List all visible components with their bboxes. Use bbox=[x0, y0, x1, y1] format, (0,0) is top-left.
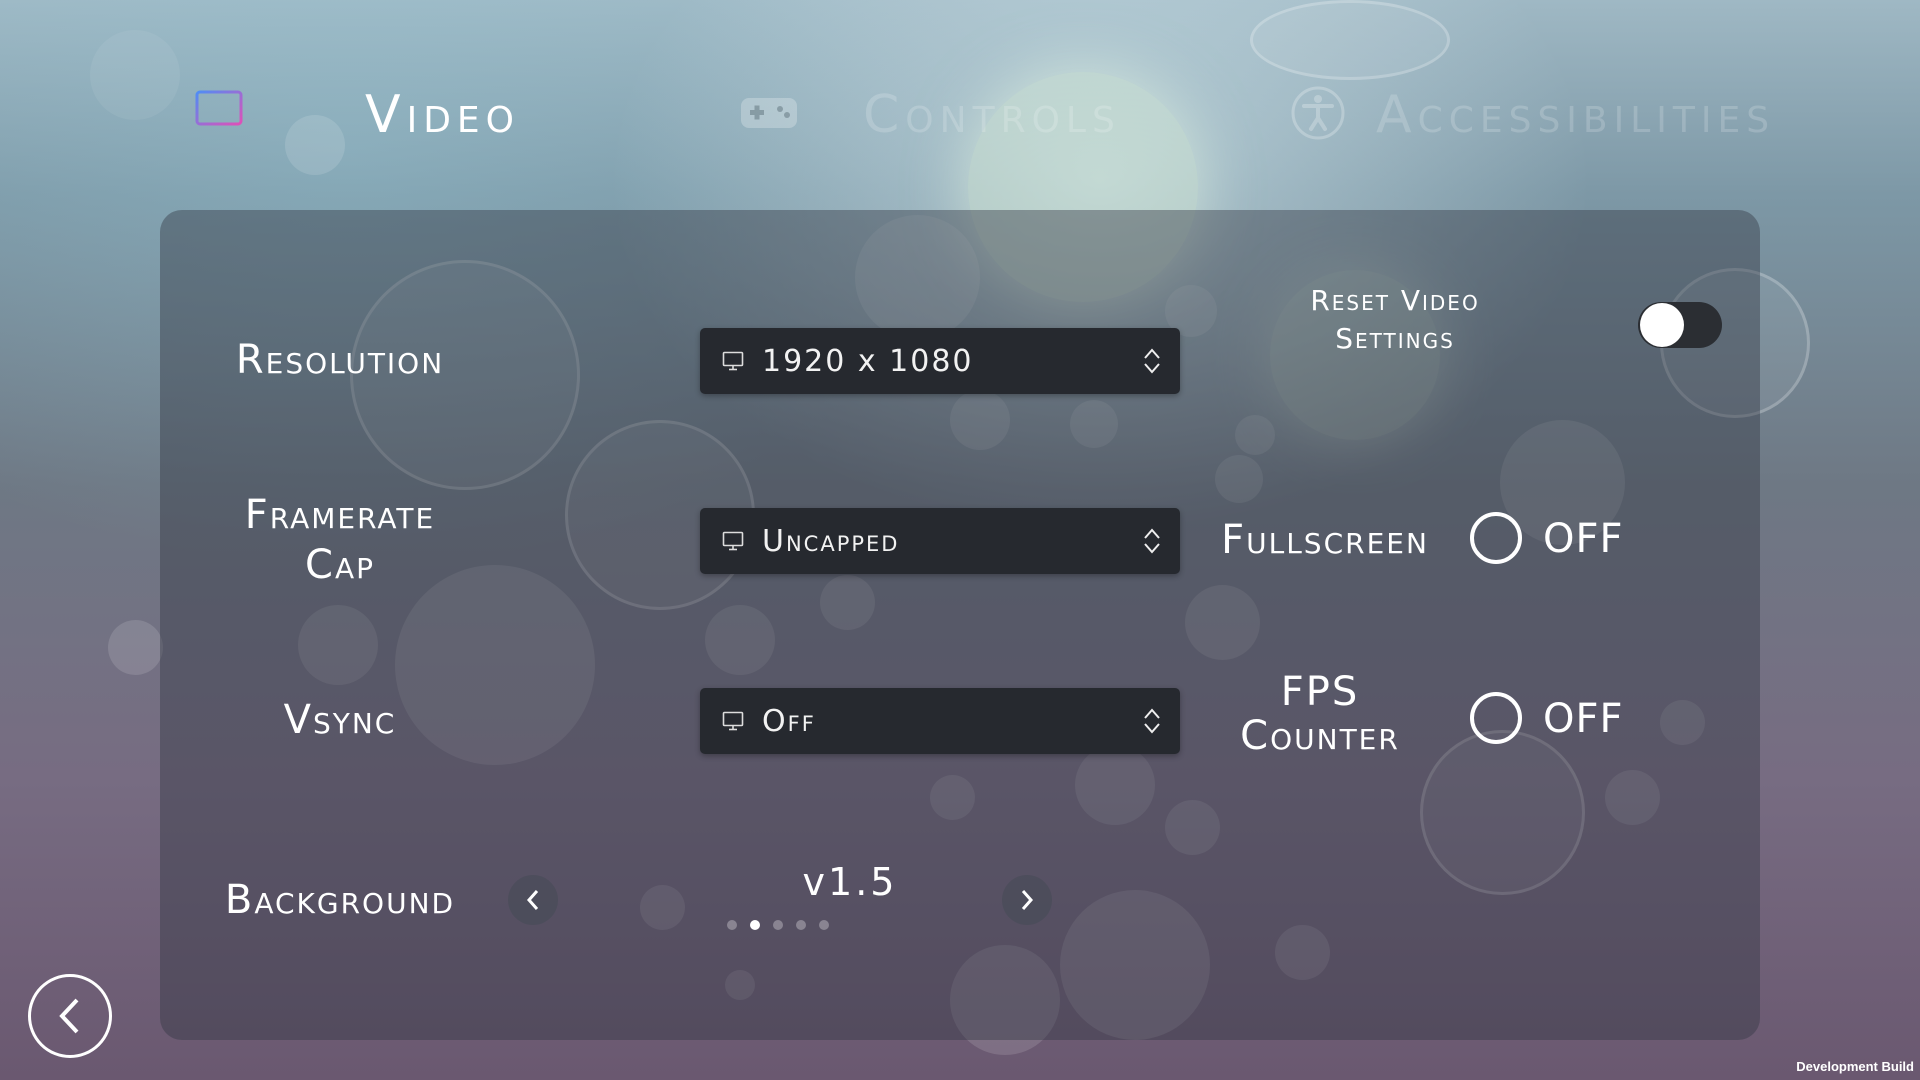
chevron-left-icon bbox=[526, 890, 539, 910]
fps-counter-state: OFF bbox=[1543, 696, 1624, 742]
vsync-dropdown[interactable]: Off bbox=[700, 688, 1180, 754]
page-dot-active[interactable] bbox=[750, 920, 760, 930]
reset-video-settings-toggle[interactable] bbox=[1638, 302, 1722, 348]
framerate-cap-dropdown[interactable]: Uncapped bbox=[700, 508, 1180, 574]
framerate-cap-label: Framerate Cap bbox=[200, 490, 480, 590]
background-next-button[interactable] bbox=[1002, 875, 1052, 925]
monitor-icon bbox=[722, 711, 744, 731]
tab-video[interactable]: Video bbox=[195, 80, 520, 150]
fullscreen-state: OFF bbox=[1543, 516, 1624, 562]
tab-controls[interactable]: Controls bbox=[740, 80, 1121, 150]
framerate-cap-label-line1: Framerate bbox=[244, 492, 436, 538]
page-dot[interactable] bbox=[773, 920, 783, 930]
resolution-dropdown[interactable]: 1920 x 1080 bbox=[700, 328, 1180, 394]
development-build-label: Development Build bbox=[1796, 1059, 1914, 1074]
tab-accessibilities[interactable]: Accessibilities bbox=[1290, 80, 1775, 150]
reset-video-label-line2: Settings bbox=[1335, 322, 1455, 355]
framerate-cap-label-line2: Cap bbox=[305, 542, 375, 588]
gamepad-icon bbox=[740, 95, 798, 135]
tab-video-label: Video bbox=[365, 85, 520, 145]
reset-video-settings-label: Reset Video Settings bbox=[1310, 282, 1480, 358]
monitor-icon bbox=[195, 89, 245, 141]
page-dot[interactable] bbox=[796, 920, 806, 930]
fps-counter-label: FPS Counter bbox=[1210, 670, 1430, 758]
fullscreen-label: Fullscreen bbox=[1221, 517, 1429, 563]
updown-arrows-icon bbox=[1142, 346, 1162, 380]
tab-controls-label: Controls bbox=[863, 85, 1121, 145]
vsync-value: Off bbox=[762, 703, 816, 739]
fullscreen-radio[interactable] bbox=[1470, 512, 1522, 564]
fps-counter-radio[interactable] bbox=[1470, 692, 1522, 744]
page-dot[interactable] bbox=[819, 920, 829, 930]
monitor-icon bbox=[722, 351, 744, 371]
chevron-left-icon bbox=[59, 998, 79, 1034]
updown-arrows-icon bbox=[1142, 526, 1162, 560]
fps-counter-label-line2: Counter bbox=[1240, 713, 1400, 759]
background-label: Background bbox=[224, 877, 456, 923]
background-prev-button[interactable] bbox=[508, 875, 558, 925]
resolution-label: Resolution bbox=[235, 337, 445, 383]
framerate-cap-value: Uncapped bbox=[762, 523, 900, 559]
fps-counter-label-line1: FPS bbox=[1280, 669, 1360, 715]
accessibility-icon bbox=[1290, 85, 1346, 145]
video-settings-panel: Resolution 1920 x 1080 Framerate Cap Unc… bbox=[160, 210, 1760, 1040]
monitor-icon bbox=[722, 531, 744, 551]
resolution-value: 1920 x 1080 bbox=[762, 343, 974, 379]
background-version: v1.5 bbox=[802, 860, 898, 904]
vsync-label: Vsync bbox=[283, 697, 397, 743]
settings-tabs: Video Controls Accessibilities bbox=[0, 80, 1920, 150]
toggle-knob bbox=[1640, 303, 1684, 347]
chevron-right-icon bbox=[1021, 890, 1034, 910]
background-pagination bbox=[727, 920, 829, 930]
updown-arrows-icon bbox=[1142, 706, 1162, 740]
page-dot[interactable] bbox=[727, 920, 737, 930]
tab-accessibilities-label: Accessibilities bbox=[1376, 85, 1776, 145]
back-button[interactable] bbox=[28, 974, 112, 1058]
reset-video-label-line1: Reset Video bbox=[1310, 284, 1480, 317]
